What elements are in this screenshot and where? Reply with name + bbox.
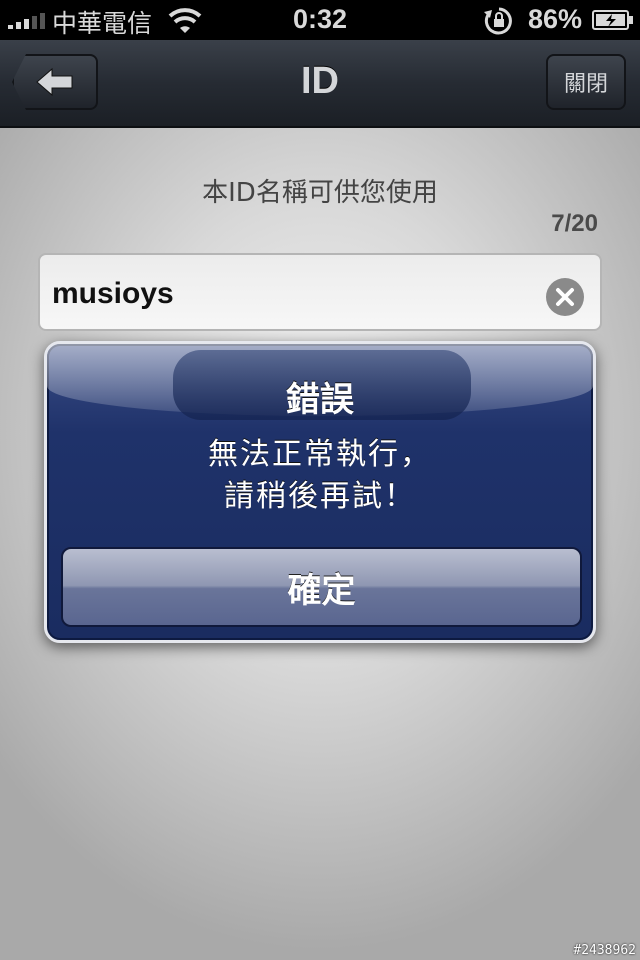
navigation-bar: ID 關閉 bbox=[0, 40, 640, 128]
page-title: ID bbox=[301, 60, 339, 102]
id-input[interactable]: musioys bbox=[38, 253, 602, 331]
battery-charging-icon bbox=[592, 10, 633, 30]
alert-message-line-2: 請稍後再試！ bbox=[224, 479, 416, 514]
alert-title: 錯誤 bbox=[286, 380, 354, 420]
error-alert-dialog: 錯誤 無法正常執行， 請稍後再試！ 確定 bbox=[44, 341, 596, 643]
watermark: #2438962 bbox=[573, 943, 636, 958]
alert-message-line-1: 無法正常執行， bbox=[208, 437, 432, 472]
availability-message: 本ID名稱可供您使用 bbox=[202, 178, 438, 208]
close-button[interactable]: 關閉 bbox=[546, 54, 626, 110]
rotation-lock-icon bbox=[484, 7, 512, 35]
status-bar: 中華電信 0:32 86% bbox=[0, 0, 640, 40]
battery-percent: 86% bbox=[528, 4, 583, 34]
confirm-button[interactable]: 確定 bbox=[61, 547, 582, 627]
clear-icon[interactable] bbox=[546, 278, 584, 316]
character-count: 7/20 bbox=[551, 210, 598, 237]
alert-message: 無法正常執行， 請稍後再試！ bbox=[47, 434, 593, 518]
id-input-value: musioys bbox=[52, 277, 174, 310]
